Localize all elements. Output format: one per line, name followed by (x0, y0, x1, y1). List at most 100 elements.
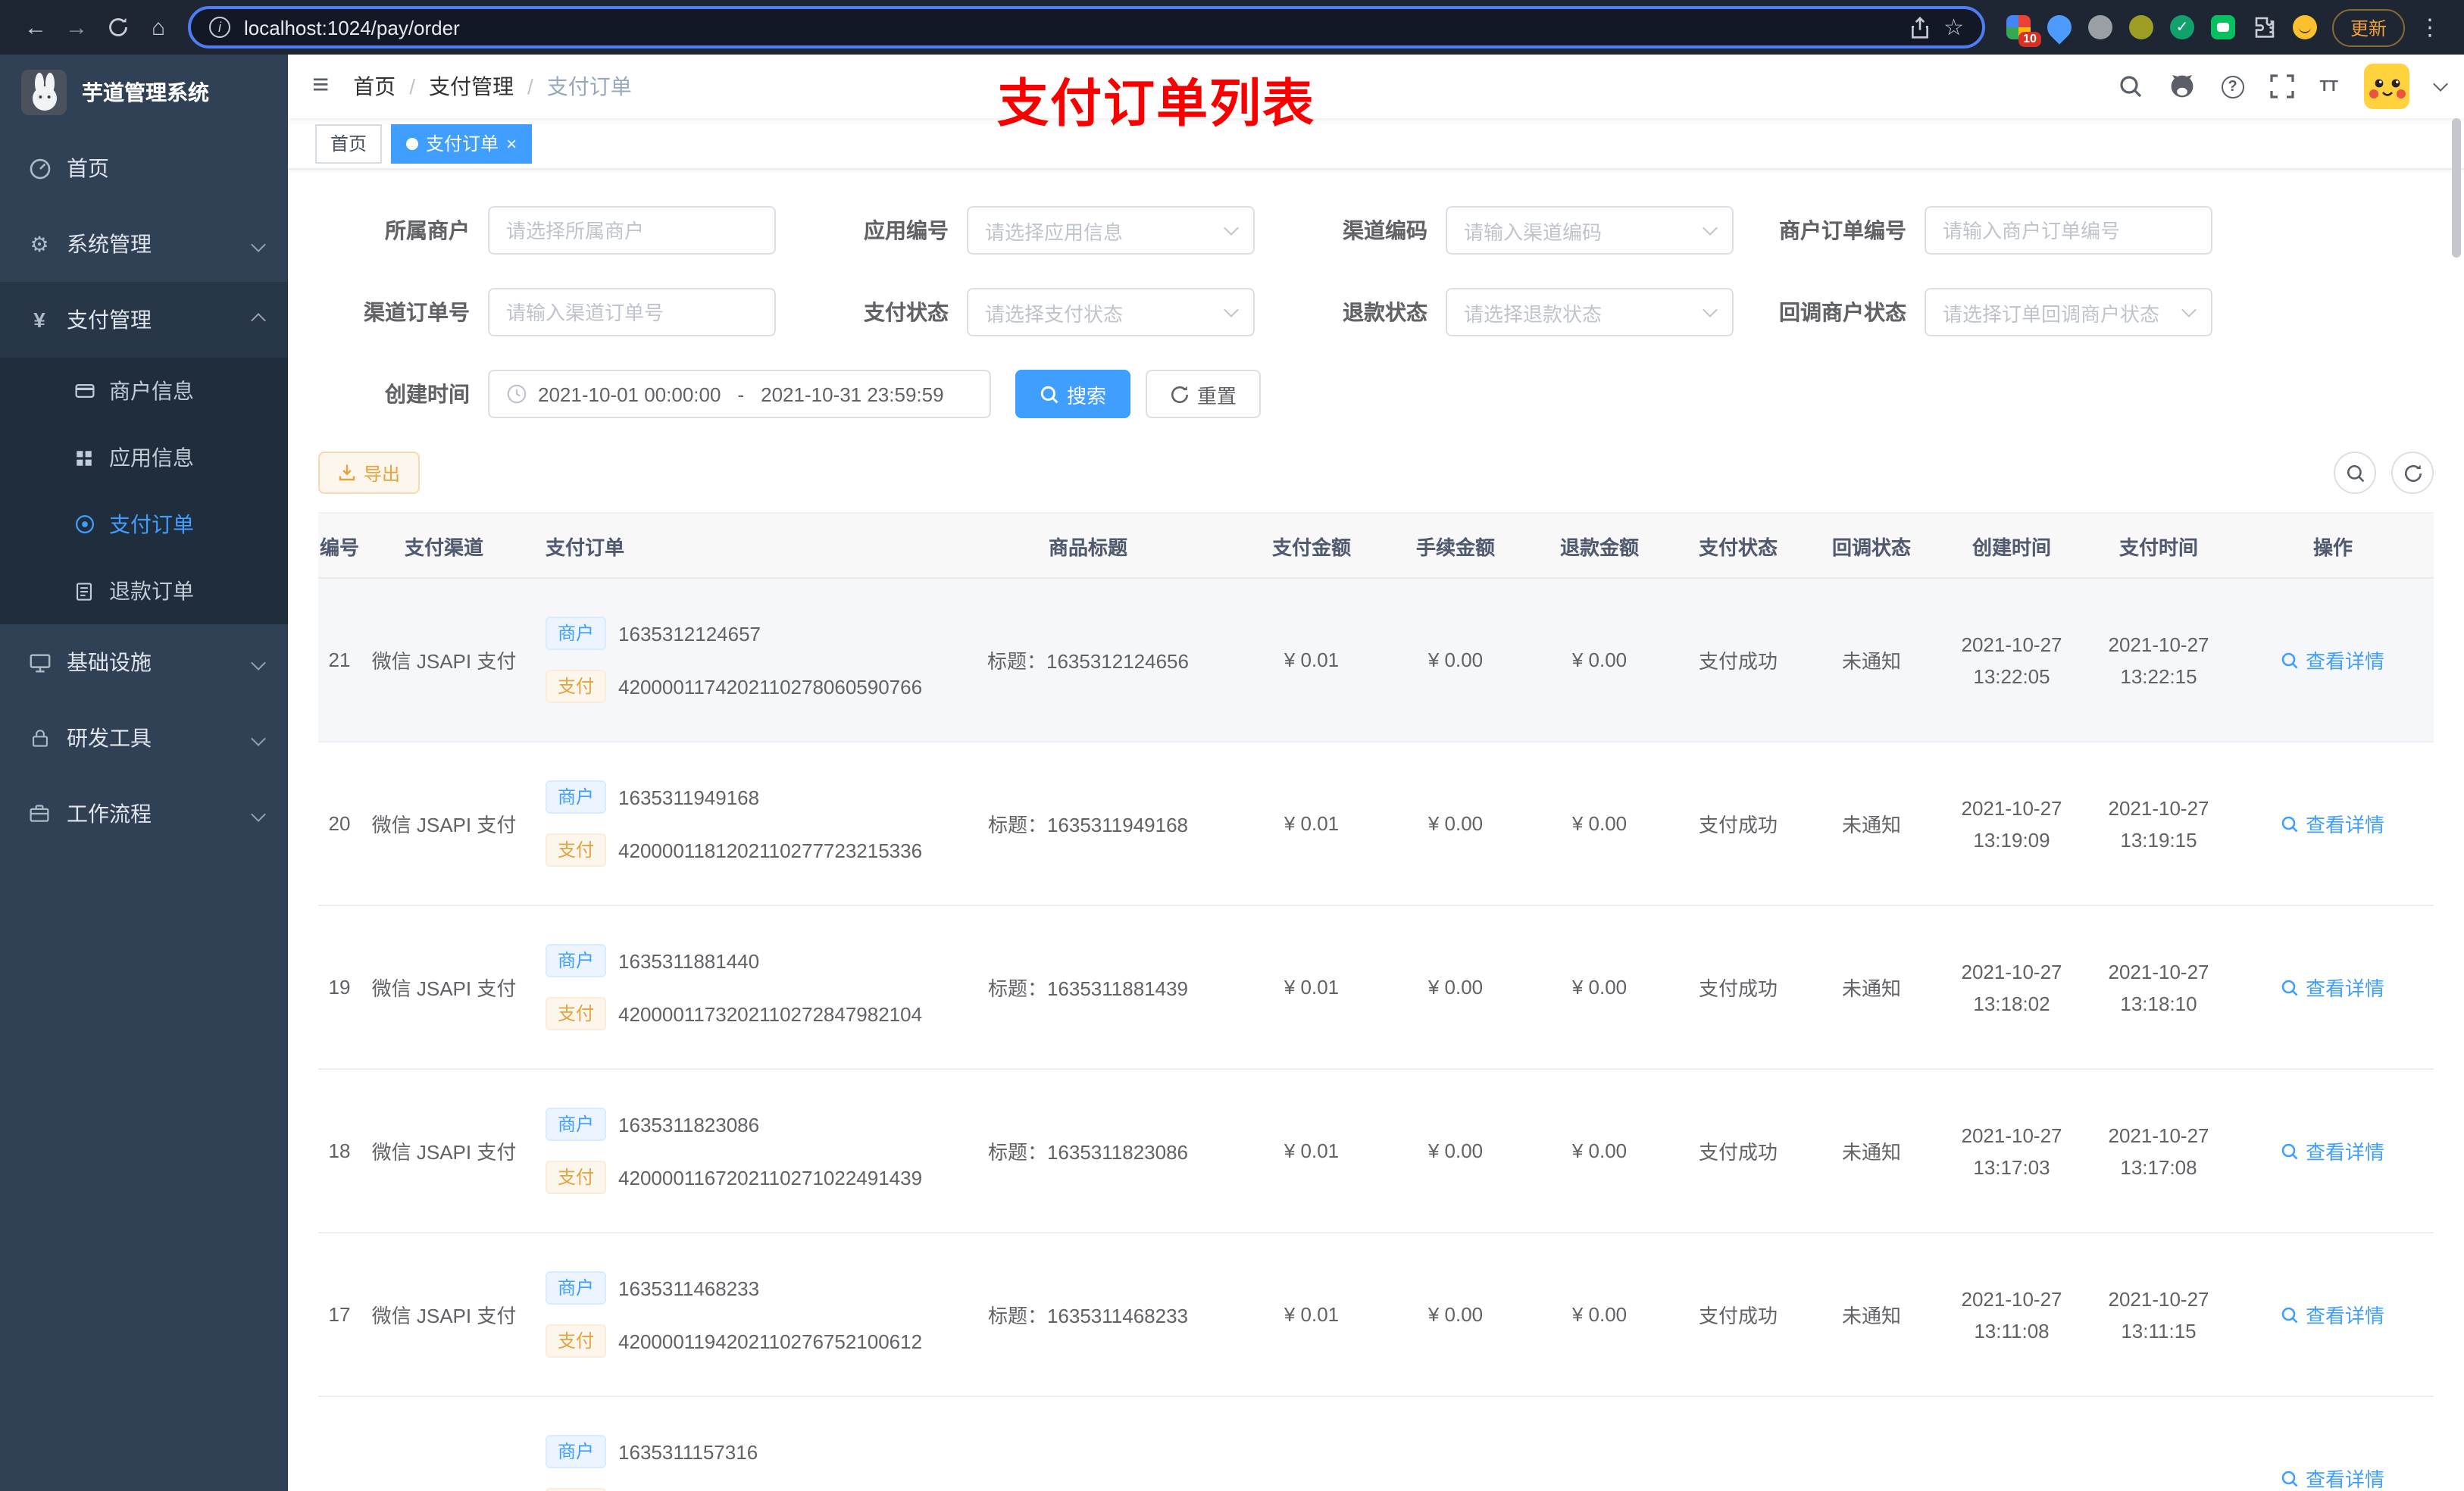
cell-pay-time: 2021-10-27 13:19:15 (2108, 796, 2209, 851)
sidebar-item-payment[interactable]: ¥ 支付管理 (0, 282, 288, 358)
merchant-filter-input[interactable] (488, 206, 776, 255)
sidebar-item-app-info[interactable]: 应用信息 (0, 424, 288, 491)
extension-check-icon[interactable]: ✓ (2169, 15, 2194, 39)
back-icon[interactable]: ← (15, 7, 56, 48)
extension-chat-icon[interactable] (2210, 15, 2235, 39)
extension-pin-icon[interactable] (2042, 10, 2077, 45)
cell-title: 标题：1635311468233 (987, 1305, 1189, 1327)
cell-create-time: 2021-10-27 13:17:03 (1961, 1124, 2062, 1178)
cell-status: 支付成功 (1698, 650, 1778, 673)
collapse-sidebar-icon[interactable]: ≡ (288, 70, 353, 103)
update-button[interactable]: 更新 (2331, 8, 2405, 46)
cell-id: 20 (328, 812, 351, 835)
sidebar-item-label: 应用信息 (109, 445, 194, 470)
extensions-puzzle-icon[interactable] (2252, 15, 2276, 39)
refund-status-filter-select[interactable]: 请选择退款状态 (1446, 288, 1734, 336)
channel-order-no-filter-input[interactable] (488, 288, 776, 336)
refresh-table-button[interactable] (2391, 452, 2434, 494)
cell-amount: ¥ 0.01 (1284, 649, 1340, 671)
sidebar-item-dev-tools[interactable]: 研发工具 (0, 700, 288, 776)
cell-create-time (1938, 1397, 2085, 1491)
toggle-search-button[interactable] (2334, 452, 2376, 494)
card-icon (73, 380, 95, 402)
refund-status-filter-label: 退款状态 (1343, 300, 1427, 324)
tab-pay-order[interactable]: 支付订单 × (391, 123, 533, 163)
profile-avatar-icon[interactable] (2292, 15, 2317, 39)
cell-status (1671, 1397, 1805, 1491)
range-start-value: 2021-10-01 00:00:00 (538, 383, 721, 405)
range-end-value: 2021-10-31 23:59:59 (761, 383, 944, 405)
extension-slots-icon[interactable]: 10 (2006, 15, 2041, 47)
cell-order: 商户 1635311468233 支付 42000011942021102767… (527, 1233, 937, 1396)
view-detail-link[interactable]: 查看详情 (2281, 973, 2384, 1002)
merchant-order-no-filter-input[interactable] (1925, 206, 2212, 255)
table-row: 18 微信 JSAPI 支付 商户 1635311823086 支付 42000… (318, 1070, 2434, 1233)
forward-icon[interactable]: → (56, 7, 97, 48)
view-detail-link[interactable]: 查看详情 (2281, 809, 2384, 838)
chevron-down-icon (1224, 220, 1239, 235)
sidebar-item-refund-order[interactable]: 退款订单 (0, 558, 288, 624)
sidebar-item-merchant-info[interactable]: 商户信息 (0, 358, 288, 424)
table-row: 21 微信 JSAPI 支付 商户 1635312124657 支付 42000… (318, 579, 2434, 742)
view-detail-link[interactable]: 查看详情 (2281, 1464, 2384, 1491)
user-avatar[interactable] (2364, 64, 2409, 109)
export-button[interactable]: 导出 (318, 452, 421, 494)
breadcrumb-payment[interactable]: 支付管理 (429, 71, 514, 102)
bookmark-star-icon[interactable]: ☆ (1943, 14, 1964, 41)
sidebar-item-infra[interactable]: 基础设施 (0, 624, 288, 700)
sidebar-item-system[interactable]: ⚙ 系统管理 (0, 206, 288, 282)
view-detail-link[interactable]: 查看详情 (2281, 1136, 2384, 1165)
close-icon[interactable]: × (506, 134, 517, 152)
view-detail-link[interactable]: 查看详情 (2281, 645, 2384, 674)
sidebar-item-home[interactable]: 首页 (0, 130, 288, 206)
tab-home[interactable]: 首页 (315, 123, 383, 163)
cell-fee: ¥ 0.00 (1427, 976, 1484, 999)
channel-code-filter-label: 渠道编码 (1343, 218, 1427, 242)
search-button[interactable]: 搜索 (1015, 370, 1131, 418)
site-info-icon[interactable]: i (209, 17, 230, 38)
document-icon (73, 581, 95, 601)
yen-icon: ¥ (33, 308, 45, 332)
extension-olive-icon[interactable] (2128, 15, 2153, 39)
notify-status-filter-select[interactable]: 请选择订单回调商户状态 (1925, 288, 2212, 336)
pay-order-no: 4200001174202110278060590766 (618, 675, 923, 698)
search-icon[interactable] (2118, 74, 2143, 98)
cell-pay-time: 2021-10-27 13:11:15 (2108, 1287, 2209, 1342)
scrollbar-thumb[interactable] (2452, 118, 2461, 258)
reset-button[interactable]: 重置 (1146, 370, 1262, 418)
cell-actions: 查看详情 (2232, 579, 2434, 741)
sidebar-item-workflow[interactable]: 工作流程 (0, 776, 288, 852)
sidebar-item-pay-order[interactable]: 支付订单 (0, 491, 288, 558)
dashboard-icon (27, 157, 52, 180)
share-icon[interactable] (1909, 16, 1930, 39)
table-row: 20 微信 JSAPI 支付 商户 1635311949168 支付 42000… (318, 742, 2434, 906)
cell-fee: ¥ 0.00 (1427, 1303, 1484, 1326)
url-bar[interactable]: i localhost:1024/pay/order ☆ (188, 6, 1985, 48)
cell-order: 商户 1635312124657 支付 42000011742021102780… (527, 579, 937, 741)
cell-create-time: 2021-10-27 13:22:05 (1961, 633, 2062, 687)
channel-code-filter-select[interactable]: 请输入渠道编码 (1446, 206, 1734, 255)
pay-status-filter-select[interactable]: 请选择支付状态 (967, 288, 1255, 336)
col-status: 支付状态 (1698, 536, 1778, 558)
breadcrumb-home[interactable]: 首页 (353, 71, 396, 102)
help-icon[interactable]: ? (2221, 75, 2244, 98)
extension-gray-icon[interactable] (2087, 15, 2112, 39)
cell-order: 商户 1635311881440 支付 42000011732021102728… (527, 906, 937, 1068)
cell-channel: 微信 JSAPI 支付 (371, 814, 517, 836)
font-size-icon[interactable]: TT (2320, 78, 2338, 95)
col-id: 编号 (319, 536, 359, 558)
github-icon[interactable] (2169, 73, 2196, 100)
table-toolbar: 导出 (318, 452, 2434, 494)
browser-menu-icon[interactable]: ⋮ (2411, 14, 2449, 41)
extension-area: 10 ✓ (1997, 10, 2326, 47)
home-icon[interactable]: ⌂ (138, 7, 179, 48)
avatar-caret-icon[interactable] (2433, 77, 2448, 92)
pay-tag: 支付 (546, 670, 607, 703)
view-detail-link[interactable]: 查看详情 (2281, 1300, 2384, 1329)
fullscreen-icon[interactable] (2269, 74, 2294, 98)
cell-title: 标题：1635311949168 (987, 814, 1189, 836)
create-time-range-picker[interactable]: 2021-10-01 00:00:00 - 2021-10-31 23:59:5… (488, 370, 991, 418)
sidebar-item-label: 退款订单 (109, 579, 194, 603)
app-no-filter-select[interactable]: 请选择应用信息 (967, 206, 1255, 255)
reload-icon[interactable] (97, 7, 138, 48)
